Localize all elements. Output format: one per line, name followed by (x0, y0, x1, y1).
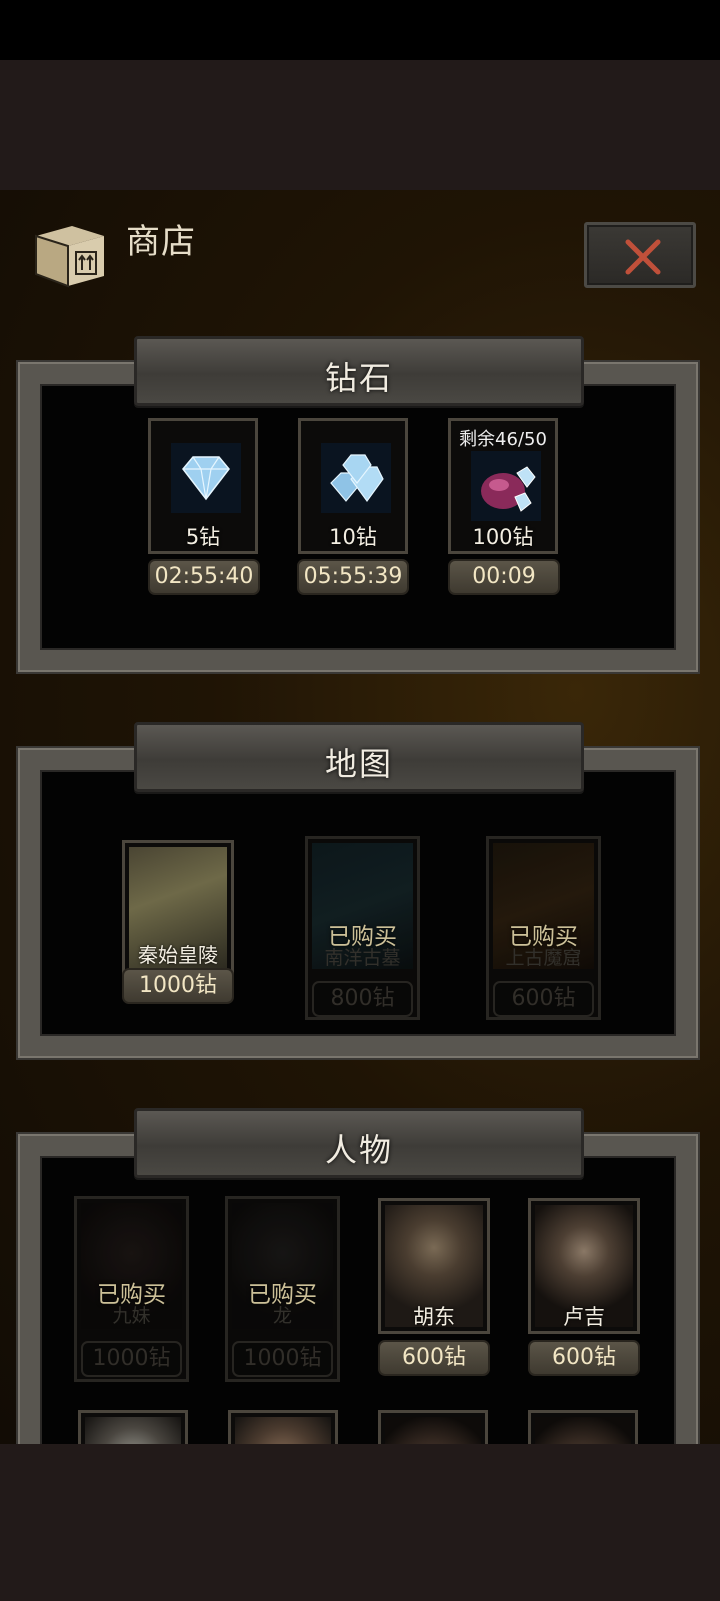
backdrop (0, 60, 720, 190)
shop-panel: 商店 钻石 5钻 02:55:40 10钻 05:55:39 剩余46/50 1… (0, 190, 720, 1444)
map-item-price: 600钻 (493, 981, 594, 1017)
map-section-title: 地图 (324, 745, 393, 783)
map-section-banner: 地图 (134, 722, 584, 792)
diamond-item-10[interactable]: 10钻 (298, 418, 408, 554)
map-item-price: 800钻 (312, 981, 413, 1017)
character-item-name: 胡东 (413, 1305, 455, 1329)
character-portrait (85, 1417, 181, 1444)
character-item-row2-2[interactable] (228, 1410, 338, 1444)
character-section-title: 人物 (324, 1131, 393, 1169)
character-item-row2-3[interactable] (378, 1410, 488, 1444)
map-item-price[interactable]: 1000钻 (122, 968, 234, 1004)
diamond-bag-icon (471, 451, 541, 521)
diamond-item-100[interactable]: 剩余46/50 100钻 (448, 418, 558, 554)
character-item-price[interactable]: 600钻 (378, 1340, 490, 1376)
character-portrait (535, 1417, 631, 1444)
diamond-item-label: 10钻 (329, 525, 377, 549)
diamond-item-timer: 02:55:40 (148, 559, 260, 595)
diamond-item-label: 100钻 (472, 525, 534, 549)
diamond-item-timer: 05:55:39 (297, 559, 409, 595)
package-box-icon (35, 226, 104, 288)
diamond-section-title: 钻石 (324, 359, 393, 397)
character-item-name: 九妹 (112, 1305, 151, 1327)
map-item-name: 上古魔窟 (505, 947, 582, 969)
character-item-row2-1[interactable] (78, 1410, 188, 1444)
character-item-jiumei[interactable]: 已购买 九妹 1000钻 (74, 1196, 189, 1382)
bottom-backdrop (0, 1444, 720, 1601)
character-item-name: 卢吉 (563, 1305, 605, 1329)
character-portrait (235, 1417, 331, 1444)
status-bar (0, 0, 720, 60)
diamond-item-timer: 00:09 (448, 559, 560, 595)
diamond-icon (171, 443, 241, 513)
character-item-row2-4[interactable] (528, 1410, 638, 1444)
shop-title: 商店 (126, 222, 196, 262)
remaining-count: 剩余46/50 (459, 429, 547, 450)
map-item-qinshihuang[interactable]: 秦始皇陵 (122, 840, 234, 976)
map-item-nanyang[interactable]: 已购买 南洋古墓 800钻 (305, 836, 420, 1020)
map-item-shanggu[interactable]: 已购买 上古魔窟 600钻 (486, 836, 601, 1020)
diamond-section-banner: 钻石 (134, 336, 584, 406)
character-item-price: 1000钻 (81, 1341, 182, 1377)
character-item-price[interactable]: 600钻 (528, 1340, 640, 1376)
character-item-long[interactable]: 已购买 龙 1000钻 (225, 1196, 340, 1382)
character-item-name: 龙 (272, 1305, 292, 1327)
character-item-hudong[interactable]: 胡东 (378, 1198, 490, 1334)
map-item-name: 秦始皇陵 (138, 943, 218, 967)
character-item-luji[interactable]: 卢吉 (528, 1198, 640, 1334)
character-item-price: 1000钻 (232, 1341, 333, 1377)
diamond-item-label: 5钻 (185, 525, 221, 549)
diamond-item-5[interactable]: 5钻 (148, 418, 258, 554)
close-icon (625, 239, 661, 275)
map-item-name: 南洋古墓 (324, 947, 401, 969)
diamond-pile-icon (321, 443, 391, 513)
character-section-banner: 人物 (134, 1108, 584, 1178)
close-button[interactable] (584, 222, 696, 288)
character-portrait (385, 1417, 481, 1444)
